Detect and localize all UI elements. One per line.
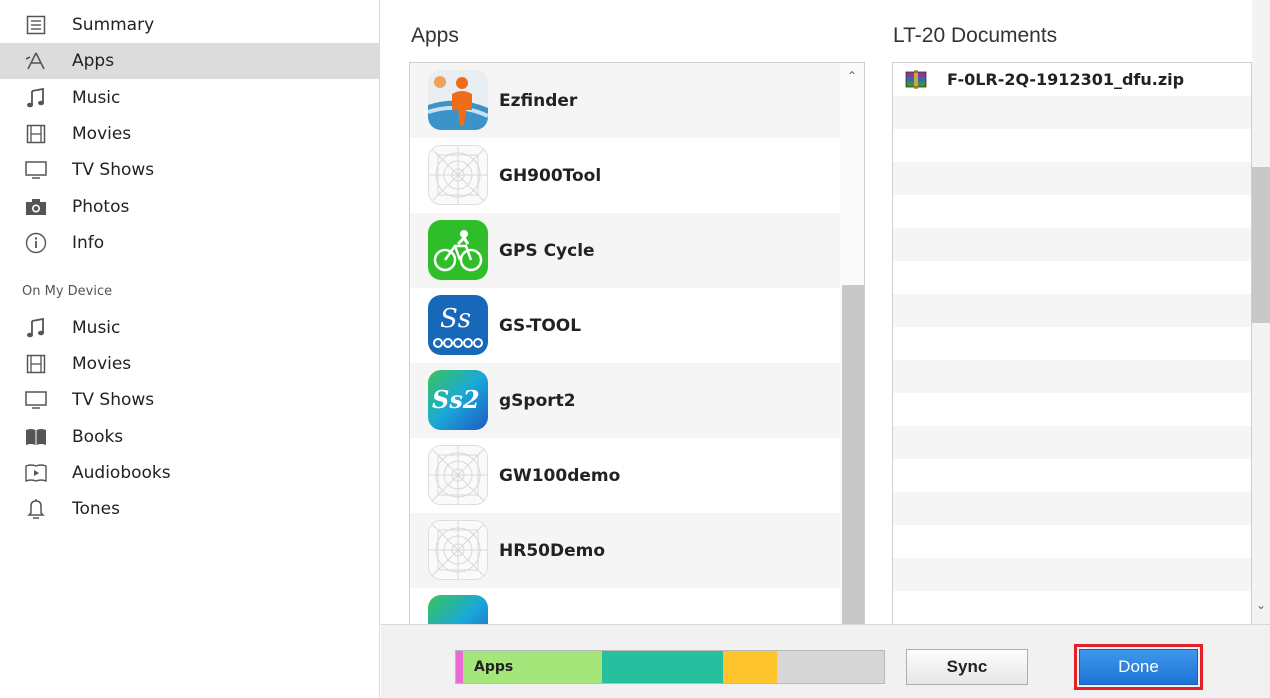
app-name: Ezfinder xyxy=(499,91,578,111)
capacity-segment-documents xyxy=(601,651,723,683)
sidebar-item-device-movies[interactable]: Movies xyxy=(0,346,380,382)
tv-icon xyxy=(24,158,48,182)
capacity-bar: Apps xyxy=(455,650,885,684)
partial-app-icon xyxy=(428,595,488,624)
sidebar-item-device-tv-shows[interactable]: TV Shows xyxy=(0,382,380,418)
sidebar-item-label: Apps xyxy=(72,51,115,71)
audiobook-icon xyxy=(24,461,48,485)
list-item[interactable]: GH900Tool xyxy=(410,138,840,213)
gps-cycle-app-icon xyxy=(428,220,488,280)
camera-icon xyxy=(24,195,48,219)
apps-icon xyxy=(24,49,48,73)
sidebar-item-tv-shows[interactable]: TV Shows xyxy=(0,152,380,188)
apps-column-title: Apps xyxy=(411,24,459,47)
chevron-up-icon[interactable]: ⌃ xyxy=(847,69,857,83)
sidebar-item-label: TV Shows xyxy=(72,160,155,180)
music-icon xyxy=(24,86,48,110)
sidebar-item-summary[interactable]: Summary xyxy=(0,7,380,43)
page-scroll-thumb[interactable] xyxy=(1252,167,1270,323)
svg-text:Ss2: Ss2 xyxy=(432,385,480,414)
list-item[interactable]: F-0LR-2Q-1912301_dfu.zip xyxy=(893,63,1251,96)
sidebar-item-music[interactable]: Music xyxy=(0,80,380,116)
list-row-empty xyxy=(893,492,1251,525)
file-name: F-0LR-2Q-1912301_dfu.zip xyxy=(947,70,1185,89)
app-name: HR50Demo xyxy=(499,541,606,561)
bottom-bar: Apps Sync Done xyxy=(381,624,1270,698)
sidebar-item-info[interactable]: Info xyxy=(0,225,380,261)
placeholder-app-icon xyxy=(428,145,488,205)
gsport2-app-icon: Ss2 xyxy=(428,370,488,430)
done-button[interactable]: Done xyxy=(1079,649,1198,685)
list-item[interactable]: Ezfinder xyxy=(410,63,840,138)
sidebar-item-label: Movies xyxy=(72,124,132,144)
chevron-down-icon[interactable]: ⌄ xyxy=(1256,598,1266,612)
list-row-empty xyxy=(893,294,1251,327)
apps-scroll-thumb[interactable] xyxy=(842,285,864,624)
list-item[interactable]: Ss2 gSport2 xyxy=(410,363,840,438)
sidebar-item-label: Music xyxy=(72,88,121,108)
list-row-empty xyxy=(893,426,1251,459)
documents-column-title: LT-20 Documents xyxy=(893,24,1058,47)
svg-text:Ss: Ss xyxy=(440,304,471,334)
list-row-empty xyxy=(893,360,1251,393)
list-item[interactable] xyxy=(410,588,840,624)
app-name: GH900Tool xyxy=(499,166,602,186)
section-title: On My Device xyxy=(22,284,113,299)
apps-list[interactable]: Ezfinder GH900Tool GPS Cycle Ss GS-TOOL … xyxy=(409,62,865,624)
sidebar-item-label: Music xyxy=(72,318,121,338)
list-row-empty xyxy=(893,162,1251,195)
sidebar-item-label: Audiobooks xyxy=(72,463,171,483)
tv-icon xyxy=(24,388,48,412)
app-name: GPS Cycle xyxy=(499,241,595,261)
sidebar-item-label: Photos xyxy=(72,197,130,217)
sidebar-item-device-music[interactable]: Music xyxy=(0,310,380,346)
sidebar-item-label: Summary xyxy=(72,15,155,35)
app-name: GS-TOOL xyxy=(499,316,582,336)
summary-icon xyxy=(24,13,48,37)
list-row-empty xyxy=(893,558,1251,591)
sidebar-item-movies[interactable]: Movies xyxy=(0,116,380,152)
books-icon xyxy=(24,425,48,449)
list-item[interactable]: Ss GS-TOOL xyxy=(410,288,840,363)
sidebar-item-label: Info xyxy=(72,233,105,253)
gs-tool-app-icon: Ss xyxy=(428,295,488,355)
capacity-segment-other-pink xyxy=(456,651,463,683)
sidebar-item-device-books[interactable]: Books xyxy=(0,419,380,455)
sidebar-item-label: Movies xyxy=(72,354,132,374)
sidebar-item-label: Books xyxy=(72,427,124,447)
sidebar-item-apps[interactable]: Apps xyxy=(0,43,380,79)
sidebar-item-device-tones[interactable]: Tones xyxy=(0,491,380,527)
apps-scrollbar[interactable]: ⌃ xyxy=(840,63,864,624)
movies-icon xyxy=(24,122,48,146)
placeholder-app-icon xyxy=(428,445,488,505)
page-scrollbar[interactable]: ⌄ xyxy=(1252,0,1270,624)
capacity-segment-other xyxy=(722,651,778,683)
sidebar: Summary Apps Music Movies TV Shows Photo… xyxy=(0,0,380,698)
sidebar-item-device-audiobooks[interactable]: Audiobooks xyxy=(0,455,380,491)
music-icon xyxy=(24,316,48,340)
sidebar-item-label: TV Shows xyxy=(72,390,155,410)
zip-file-icon xyxy=(905,68,927,90)
list-item[interactable]: GPS Cycle xyxy=(410,213,840,288)
sync-button[interactable]: Sync xyxy=(906,649,1028,685)
list-item[interactable]: GW100demo xyxy=(410,438,840,513)
sidebar-item-label: Tones xyxy=(72,499,120,519)
capacity-segment-free xyxy=(777,651,884,683)
bell-icon xyxy=(24,497,48,521)
list-item[interactable]: HR50Demo xyxy=(410,513,840,588)
app-name: gSport2 xyxy=(499,391,576,411)
capacity-label: Apps xyxy=(474,659,514,675)
ezfinder-app-icon xyxy=(428,70,488,130)
documents-list[interactable]: F-0LR-2Q-1912301_dfu.zip xyxy=(892,62,1252,624)
info-icon xyxy=(24,231,48,255)
movies-icon xyxy=(24,352,48,376)
sidebar-item-photos[interactable]: Photos xyxy=(0,189,380,225)
app-name: GW100demo xyxy=(499,466,621,486)
list-row-empty xyxy=(893,96,1251,129)
placeholder-app-icon xyxy=(428,520,488,580)
list-row-empty xyxy=(893,228,1251,261)
